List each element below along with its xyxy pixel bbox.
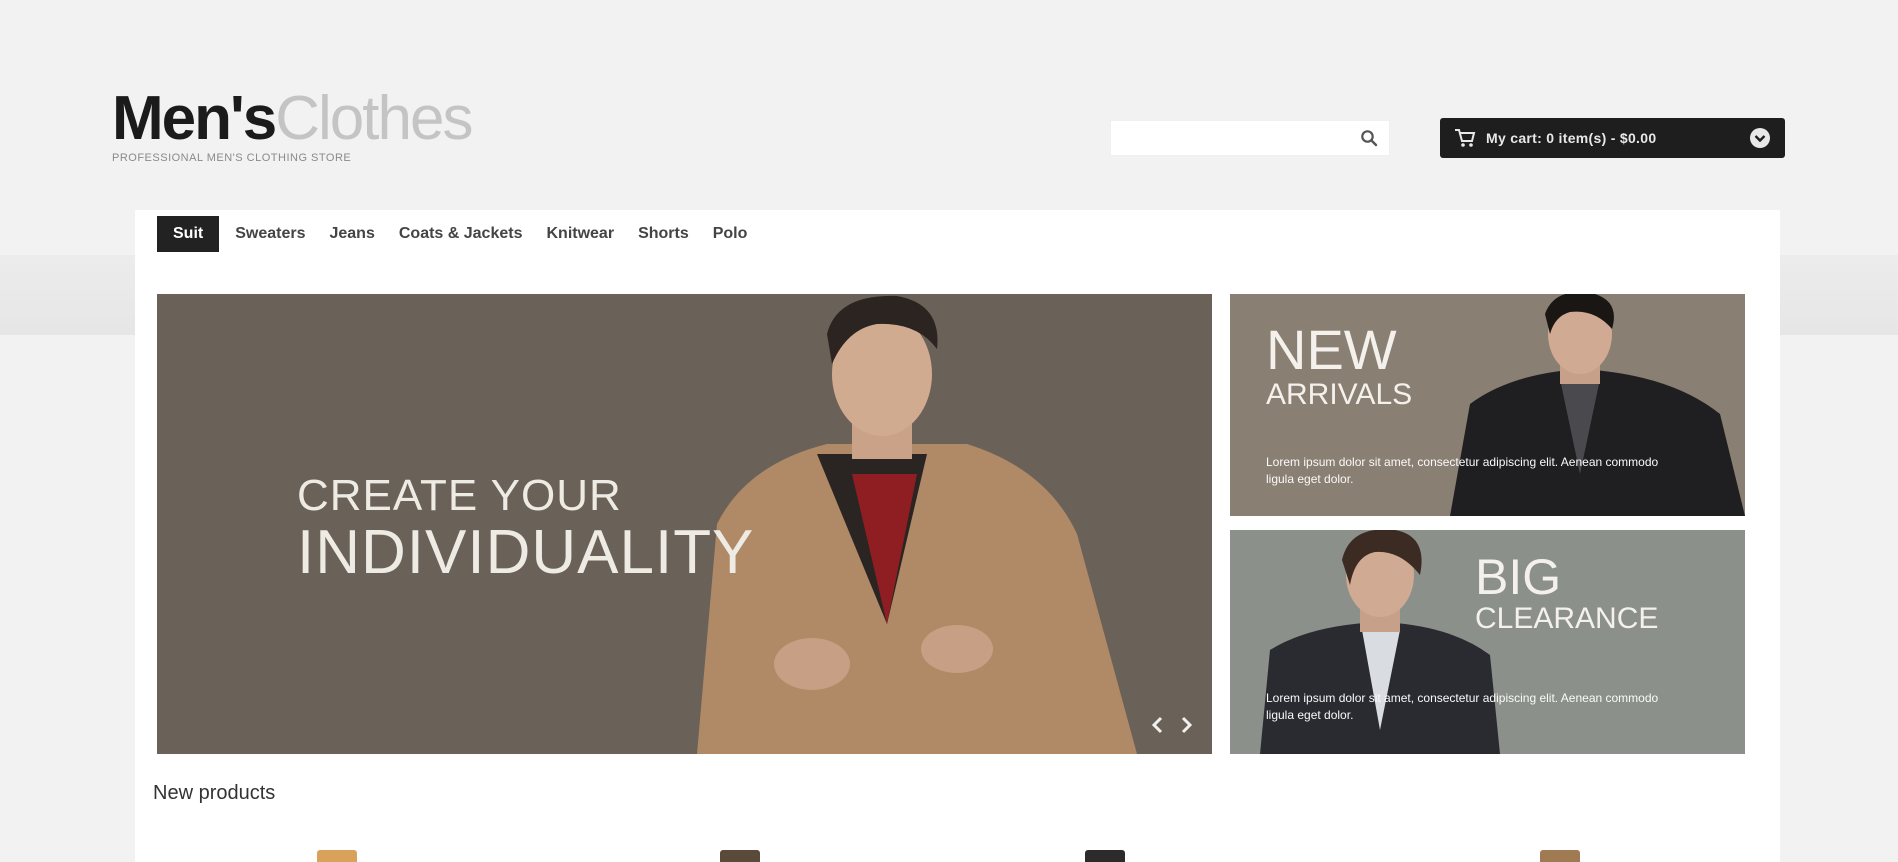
nav-item-sweaters[interactable]: Sweaters	[223, 216, 317, 252]
nav-item-polo[interactable]: Polo	[701, 216, 760, 252]
product-thumbnail[interactable]	[720, 850, 760, 862]
big-clearance-description: Lorem ipsum dolor sit amet, consectetur …	[1266, 691, 1659, 723]
chevron-right-icon[interactable]	[1175, 714, 1197, 736]
logo-light: Clothes	[275, 84, 473, 153]
new-arrivals-title: NEW ARRIVALS	[1266, 322, 1412, 410]
product-thumbnail[interactable]	[1540, 850, 1580, 862]
banner-title-line-2: ARRIVALS	[1266, 378, 1413, 411]
hero-headline: CREATE YOUR INDIVIDUALITY	[297, 471, 755, 588]
new-arrivals-description: Lorem ipsum dolor sit amet, consectetur …	[1266, 455, 1659, 487]
slider-arrows	[1147, 714, 1197, 736]
nav-item-shorts[interactable]: Shorts	[626, 216, 701, 252]
search-icon[interactable]	[1349, 120, 1389, 156]
chevron-down-icon[interactable]	[1749, 127, 1771, 149]
banner-title-line-2: CLEARANCE	[1475, 602, 1659, 635]
chevron-left-icon[interactable]	[1147, 714, 1169, 736]
product-thumbnail[interactable]	[317, 850, 357, 862]
banner-title-line-1: BIG	[1475, 549, 1562, 605]
new-products-heading: New products	[153, 782, 276, 804]
hero-line-1: CREATE YOUR	[297, 471, 622, 520]
big-clearance-title: BIG CLEARANCE	[1475, 552, 1658, 634]
nav-item-coats-jackets[interactable]: Coats & Jackets	[387, 216, 535, 252]
logo-text: Men'sClothes	[112, 88, 473, 150]
nav-item-jeans[interactable]: Jeans	[317, 216, 386, 252]
banner-title-line-1: NEW	[1266, 318, 1397, 381]
big-clearance-banner[interactable]: BIG CLEARANCE Lorem ipsum dolor sit amet…	[1230, 530, 1745, 754]
site-logo[interactable]: Men'sClothes PROFESSIONAL MEN'S CLOTHING…	[112, 88, 473, 165]
product-thumbnail[interactable]	[1085, 850, 1125, 862]
cart-label: My cart: 0 item(s) - $0.00	[1486, 130, 1657, 146]
cart-icon	[1454, 128, 1476, 148]
search-input[interactable]	[1111, 121, 1349, 155]
hero-line-2: INDIVIDUALITY	[297, 518, 755, 588]
hero-slider[interactable]: CREATE YOUR INDIVIDUALITY	[157, 294, 1212, 754]
content-panel: Suit Sweaters Jeans Coats & Jackets Knit…	[135, 210, 1780, 862]
nav-item-knitwear[interactable]: Knitwear	[534, 216, 626, 252]
cart-button[interactable]: My cart: 0 item(s) - $0.00	[1440, 118, 1785, 158]
logo-bold: Men's	[112, 84, 277, 153]
main-nav: Suit Sweaters Jeans Coats & Jackets Knit…	[157, 214, 759, 254]
search-box	[1110, 120, 1390, 156]
nav-item-suit[interactable]: Suit	[157, 216, 220, 252]
logo-tagline: PROFESSIONAL MEN'S CLOTHING STORE	[112, 152, 352, 164]
new-arrivals-banner[interactable]: NEW ARRIVALS Lorem ipsum dolor sit amet,…	[1230, 294, 1745, 516]
